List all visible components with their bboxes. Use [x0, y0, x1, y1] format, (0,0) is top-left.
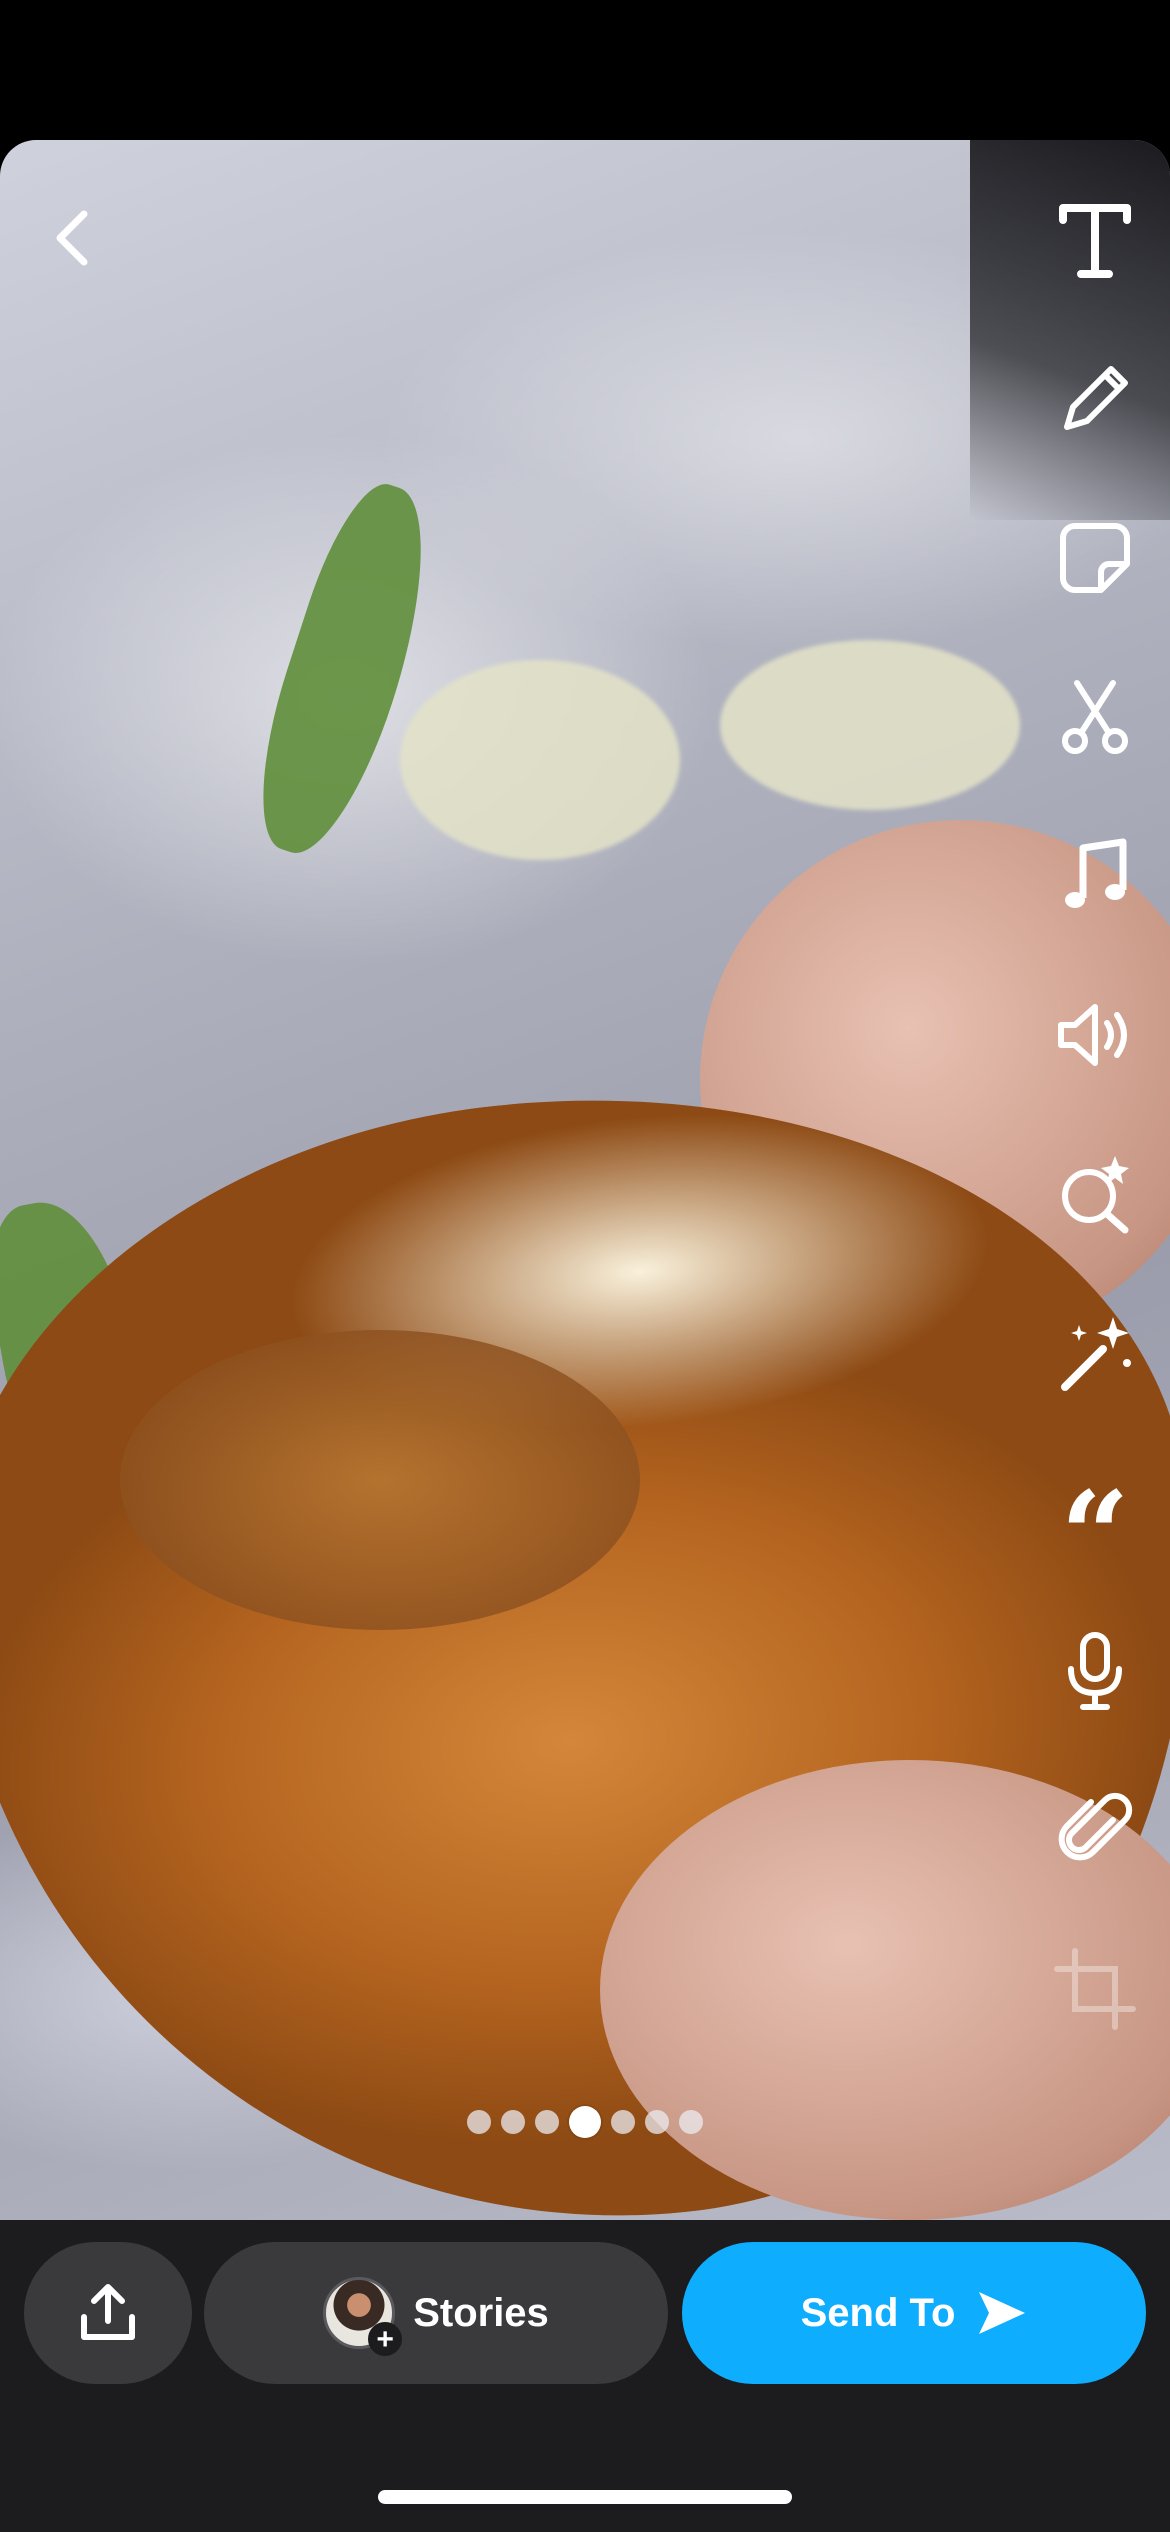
magic-wand-icon [1061, 1317, 1131, 1391]
snap-preview-screen: “ + Stories Send To [0, 0, 1170, 2532]
stories-button[interactable]: + Stories [204, 2242, 668, 2384]
page-dot[interactable] [645, 2110, 669, 2134]
page-dot[interactable] [501, 2110, 525, 2134]
quote-tool-button[interactable]: “ [1045, 1462, 1145, 1596]
editing-tool-rail: “ [1030, 190, 1160, 2098]
magic-tool-button[interactable] [1045, 1303, 1145, 1403]
page-indicator [0, 2106, 1170, 2138]
quote-icon: “ [1060, 1465, 1130, 1606]
page-dot[interactable] [679, 2110, 703, 2134]
back-button[interactable] [44, 200, 100, 276]
music-icon [1065, 838, 1127, 908]
chevron-left-icon [56, 210, 88, 266]
send-to-label: Send To [800, 2290, 956, 2335]
lens-tool-button[interactable] [1045, 1144, 1145, 1244]
attach-tool-button[interactable] [1045, 1780, 1145, 1880]
page-dot-active[interactable] [569, 2106, 601, 2138]
sticker-tool-button[interactable] [1045, 508, 1145, 608]
sticker-icon [1060, 523, 1130, 593]
scissors-tool-button[interactable] [1045, 667, 1145, 767]
plus-icon: + [368, 2322, 403, 2356]
volume-icon [1058, 1004, 1127, 1066]
draw-tool-button[interactable] [1045, 349, 1145, 449]
home-indicator[interactable] [378, 2490, 792, 2504]
page-dot[interactable] [611, 2110, 635, 2134]
pencil-icon [1064, 366, 1128, 430]
sound-tool-button[interactable] [1045, 985, 1145, 1085]
upload-icon [81, 2284, 135, 2340]
snap-photo [0, 140, 1170, 2220]
page-dot[interactable] [535, 2110, 559, 2134]
music-tool-button[interactable] [1045, 826, 1145, 926]
stories-label: Stories [413, 2290, 549, 2335]
page-dot[interactable] [467, 2110, 491, 2134]
share-upload-button[interactable] [24, 2242, 192, 2384]
text-icon [1059, 204, 1131, 278]
crop-tool-button[interactable] [1045, 1939, 1145, 2039]
lens-search-icon [1062, 1156, 1129, 1234]
crop-icon [1054, 1948, 1136, 2030]
text-tool-button[interactable] [1045, 190, 1145, 290]
avatar: + [323, 2277, 403, 2356]
scissors-icon [1062, 680, 1128, 754]
bottom-action-bar: + Stories Send To [0, 2220, 1170, 2532]
send-arrow-icon [979, 2292, 1026, 2334]
microphone-icon [1068, 1632, 1122, 1710]
voice-tool-button[interactable] [1045, 1621, 1145, 1721]
paperclip-icon [1058, 1792, 1133, 1861]
send-to-button[interactable]: Send To [682, 2242, 1146, 2384]
